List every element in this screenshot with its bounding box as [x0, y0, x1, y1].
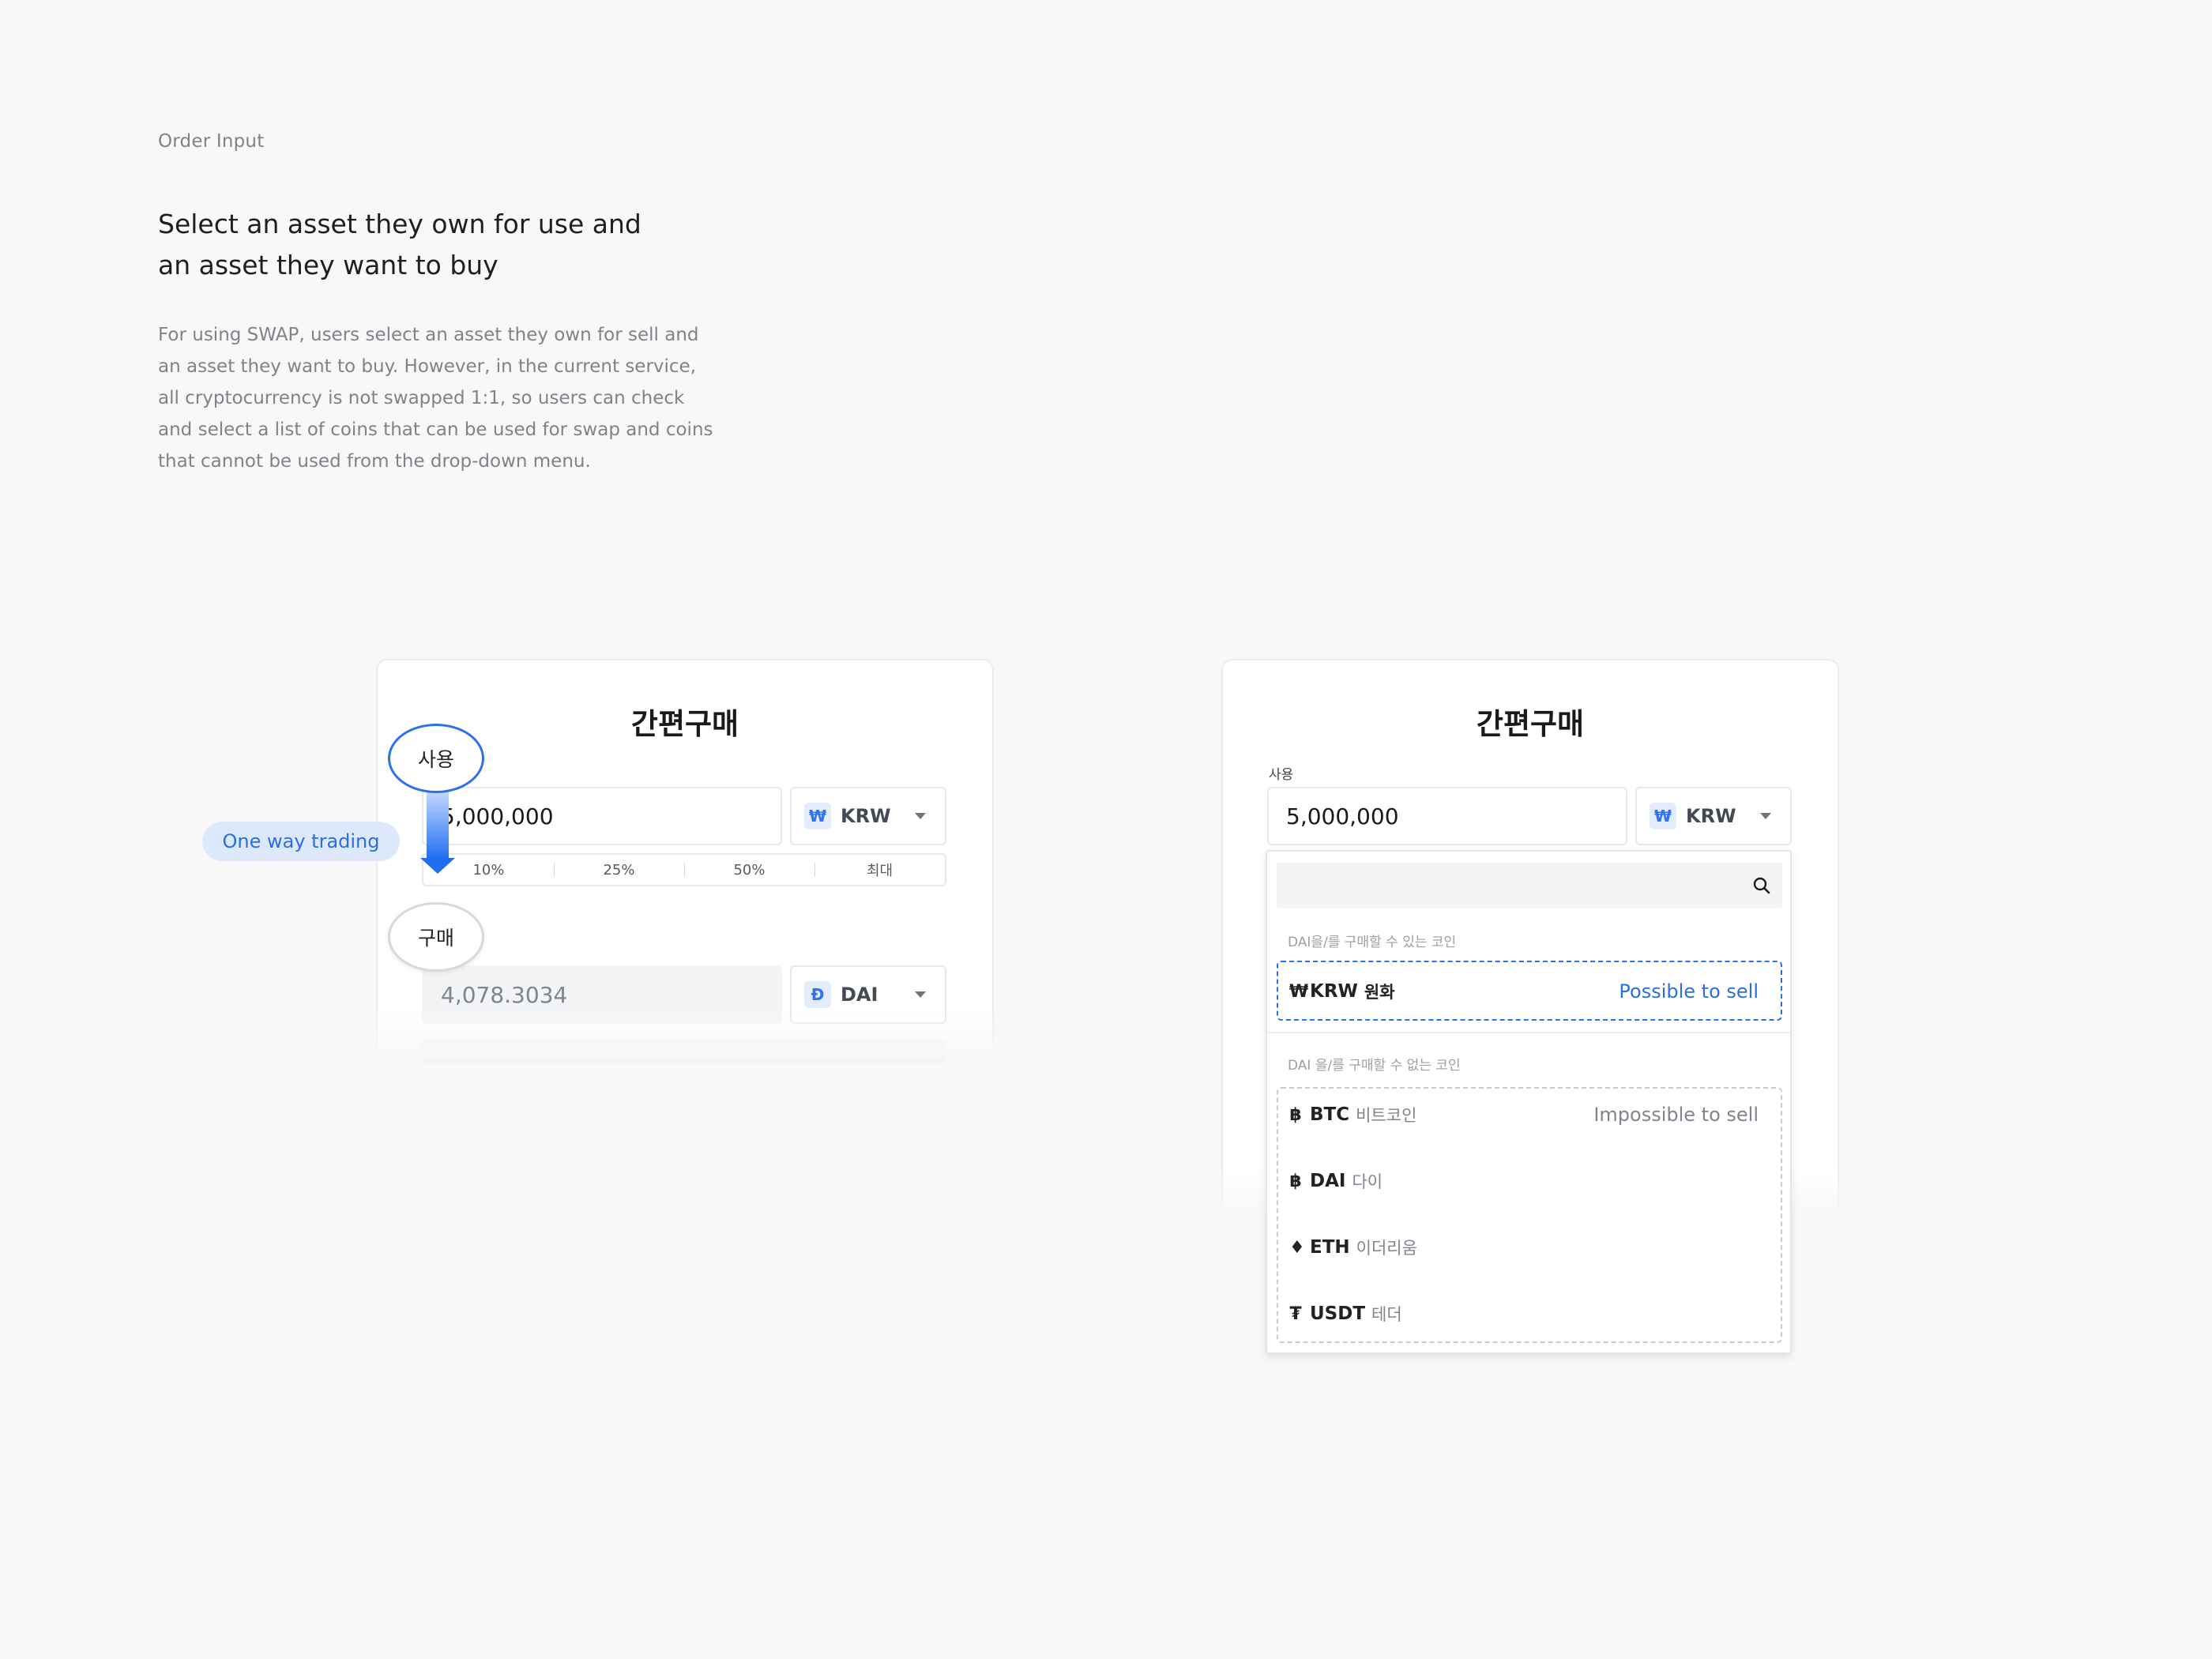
option-name: 원화	[1364, 983, 1395, 1002]
option-eth: ♦ ETH 이더리움	[1289, 1236, 1759, 1259]
pay-amount-input[interactable]: 5,000,000	[1267, 787, 1627, 845]
buy-bubble: 구매	[388, 902, 484, 972]
ethereum-icon: ♦	[1289, 1237, 1305, 1258]
coin-search-input[interactable]	[1277, 863, 1782, 908]
option-name: 테더	[1371, 1305, 1402, 1324]
card-fade	[374, 1010, 995, 1057]
unavailable-group-label: DAI 을/를 구매할 수 없는 코인	[1288, 1058, 1461, 1074]
headline-line-1: Select an asset they own for use and	[158, 209, 641, 239]
won-icon: ₩	[1650, 803, 1676, 830]
pay-currency-select[interactable]: ₩ KRW	[1635, 787, 1792, 845]
one-way-trading-pill: One way trading	[202, 822, 400, 861]
option-name: 다이	[1352, 1172, 1383, 1191]
option-usdt: ₮ USDT 테더	[1289, 1302, 1759, 1326]
possible-to-sell-label: Possible to sell	[1619, 980, 1759, 1003]
pay-currency-label: KRW	[1686, 805, 1736, 827]
description: For using SWAP, users select an asset th…	[158, 325, 713, 472]
group-divider	[1267, 1032, 1790, 1033]
chevron-down-icon	[915, 991, 926, 998]
won-icon: ₩	[1289, 981, 1309, 1002]
pay-bubble: 사용	[388, 724, 484, 793]
dai-icon: ฿	[1289, 1171, 1302, 1191]
option-ticker: ETH	[1310, 1237, 1350, 1258]
percent-50-button[interactable]: 50%	[684, 855, 814, 885]
available-group-label: DAI을/를 구매할 수 있는 코인	[1288, 935, 1457, 950]
option-ticker: KRW	[1310, 981, 1358, 1002]
option-btc: ฿ BTC 비트코인 Impossible to sell	[1289, 1103, 1759, 1127]
option-ticker: USDT	[1310, 1304, 1366, 1324]
chevron-down-icon	[915, 813, 926, 819]
headline: Select an asset they own for use and an …	[158, 204, 727, 286]
impossible-to-sell-label: Impossible to sell	[1593, 1104, 1759, 1126]
option-ticker: DAI	[1310, 1171, 1346, 1191]
buy-currency-label: DAI	[841, 984, 878, 1006]
chevron-down-icon	[1760, 813, 1771, 819]
percent-25-button[interactable]: 25%	[554, 855, 684, 885]
option-name: 비트코인	[1356, 1106, 1417, 1125]
card-title: 간편구매	[1476, 707, 1585, 741]
tether-icon: ₮	[1289, 1304, 1302, 1324]
percent-max-button[interactable]: 최대	[814, 855, 945, 885]
currency-dropdown: DAI을/를 구매할 수 있는 코인 ₩ KRW 원화 Possible to …	[1266, 850, 1792, 1354]
pay-currency-label: KRW	[841, 805, 891, 827]
pay-label: 사용	[1269, 767, 1294, 783]
unavailable-option-box: ฿ BTC 비트코인 Impossible to sell ฿ DAI 다이 ♦…	[1277, 1087, 1782, 1343]
dai-icon: Đ	[804, 981, 831, 1008]
available-option-box: ₩ KRW 원화 Possible to sell	[1277, 961, 1782, 1021]
bitcoin-icon: ฿	[1289, 1104, 1302, 1125]
option-krw[interactable]: ₩ KRW 원화 Possible to sell	[1289, 980, 1759, 1003]
flow-arrow-shaft	[427, 787, 449, 860]
headline-line-2: an asset they want to buy	[158, 250, 498, 280]
option-ticker: BTC	[1310, 1104, 1350, 1125]
option-dai: ฿ DAI 다이	[1289, 1169, 1759, 1193]
section-label: Order Input	[158, 131, 265, 152]
flow-arrow-head-icon	[420, 858, 455, 874]
pay-currency-select[interactable]: ₩ KRW	[790, 787, 946, 845]
option-name: 이더리움	[1356, 1239, 1417, 1258]
won-icon: ₩	[804, 803, 831, 830]
percent-buttons: 10% 25% 50% 최대	[422, 853, 946, 886]
swap-card-left: 간편구매 5,000,000 ₩ KRW 10% 25% 50% 최대 4,07…	[374, 659, 995, 1063]
search-icon[interactable]	[1752, 876, 1771, 895]
pay-amount-input[interactable]: 5,000,000	[422, 787, 782, 845]
